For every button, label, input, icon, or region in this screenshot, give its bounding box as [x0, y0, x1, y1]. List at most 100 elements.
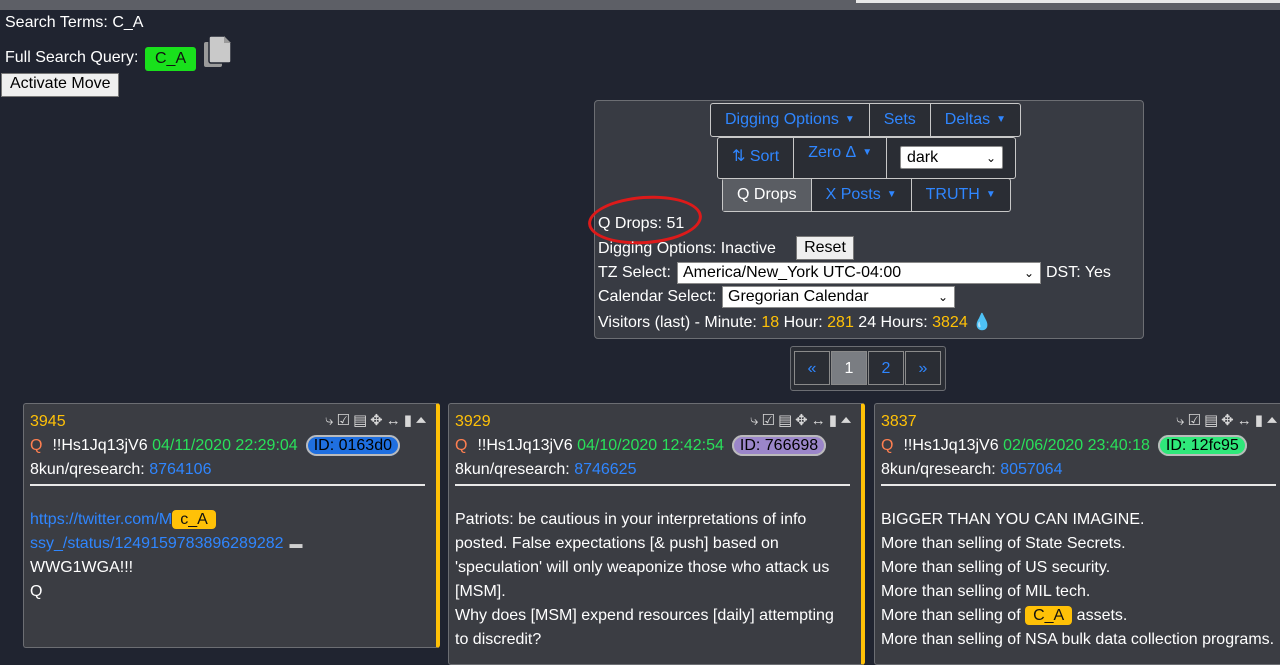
page-next[interactable]: » [905, 351, 941, 385]
x-posts-dropdown[interactable]: X Posts ▼ [812, 179, 912, 211]
document-icon[interactable]: ▤ [353, 412, 370, 429]
visitors-hour-value: 281 [827, 314, 854, 331]
visitors-24h-label: 24 Hours: [858, 314, 928, 331]
drop-number: 3945 [30, 413, 66, 430]
post-link[interactable]: 8057064 [1000, 461, 1062, 478]
truth-dropdown[interactable]: TRUTH ▼ [912, 179, 1010, 211]
digging-options-dropdown[interactable]: Digging Options ▼ [711, 104, 870, 136]
caret-down-icon: ▼ [844, 114, 855, 125]
collapse-icon[interactable]: ⏶ [415, 412, 430, 429]
clipboard-icon[interactable]: ▮ [829, 412, 840, 429]
q-drops-tab[interactable]: Q Drops [723, 179, 812, 211]
id-badge: ID: 766698 [731, 435, 827, 456]
tripcode: !!Hs1Jq13jV6 [477, 437, 573, 454]
deltas-dropdown[interactable]: Deltas ▼ [931, 104, 1020, 136]
search-terms: Search Terms: C_A [5, 14, 143, 32]
digging-options-status: Digging Options: Inactive [598, 240, 776, 257]
id-badge: ID: 0163d0 [305, 435, 400, 456]
resize-horizontal-icon[interactable]: ↔ [1237, 412, 1255, 429]
dst-text: DST: Yes [1046, 264, 1111, 281]
digging-options-label: Digging Options [725, 111, 839, 128]
post-date: 04/11/2020 22:29:04 [152, 437, 298, 454]
card-toolbar: ⤷☑▤✥↔▮⏶ [325, 411, 430, 429]
search-highlight: C_A [1025, 606, 1073, 625]
share-icon[interactable]: ⤷ [325, 412, 336, 429]
post-link[interactable]: 8764106 [149, 461, 211, 478]
page-1[interactable]: 1 [831, 351, 867, 385]
divider [30, 484, 425, 486]
full-query-label: Full Search Query: [5, 49, 139, 66]
body-line-highlight: More than selling of C_A assets. [881, 604, 1280, 628]
body-line: More than selling of MIL tech. [881, 583, 1091, 600]
sort-button[interactable]: ⇅ Sort [718, 138, 795, 178]
resize-horizontal-icon[interactable]: ↔ [811, 412, 829, 429]
visitors-line: Visitors (last) - Minute: 18 Hour: 281 2… [598, 312, 992, 332]
move-icon[interactable]: ✥ [795, 412, 811, 429]
body-line: Q [30, 583, 43, 600]
body-line: WWG1WGA!!! [30, 559, 134, 576]
card-source: 8kun/qresearch: 8764106 [30, 461, 211, 479]
post-link[interactable]: 8746625 [574, 461, 636, 478]
theme-select-value: dark [907, 149, 939, 166]
calendar-select[interactable]: Gregorian Calendar ⌄ [722, 286, 955, 308]
body-line: Why does [MSM] expend resources [daily] … [455, 607, 834, 624]
options-button-group: Digging Options ▼ Sets Deltas ▼ [710, 103, 1022, 137]
collapse-icon[interactable]: ⏶ [840, 412, 855, 429]
tripcode: !!Hs1Jq13jV6 [52, 437, 148, 454]
document-icon[interactable]: ▤ [1204, 412, 1221, 429]
visitors-hour-label: Hour: [783, 314, 823, 331]
tweet-link-line2: ssy_/status/1249159783896289282 ▬ [30, 532, 425, 556]
sort-label: Sort [749, 148, 780, 165]
calendar-label: Calendar Select: [598, 288, 717, 305]
card-source: 8kun/qresearch: 8057064 [881, 461, 1062, 479]
drop-card-3945: 3945 ⤷☑▤✥↔▮⏶ Q !!Hs1Jq13jV6 04/11/2020 22… [23, 403, 440, 648]
clipboard-icon[interactable]: ▮ [404, 412, 415, 429]
reset-button[interactable]: Reset [796, 236, 854, 260]
copy-icon[interactable] [203, 35, 233, 69]
chevron-down-icon: ⌄ [985, 151, 996, 165]
move-icon[interactable]: ✥ [370, 412, 386, 429]
address-bar-edge [856, 0, 1280, 3]
search-terms-value: C_A [112, 14, 144, 31]
board-label: 8kun/qresearch: [881, 461, 996, 478]
chevron-down-icon: ⌄ [1023, 266, 1034, 280]
page-prev[interactable]: « [794, 351, 830, 385]
archive-icon[interactable]: ▬ [290, 536, 303, 551]
drop-card-3837: 3837 ⤷☑▤✥↔▮⏶ Q !!Hs1Jq13jV6 02/06/2020 23… [874, 403, 1280, 665]
post-date: 04/10/2020 12:42:54 [577, 437, 724, 454]
chevron-down-icon: ⌄ [937, 290, 948, 304]
zero-delta-dropdown[interactable]: Zero Δ ▼ [794, 138, 888, 178]
card-meta: Q !!Hs1Jq13jV6 02/06/2020 23:40:18 ID: 12f… [881, 435, 1247, 456]
search-terms-label: Search Terms: [5, 14, 108, 31]
share-icon[interactable]: ⤷ [750, 412, 761, 429]
pagination: « 1 2 » [790, 346, 946, 391]
tz-select[interactable]: America/New_York UTC-04:00 ⌄ [677, 262, 1041, 284]
tweet-link-part1[interactable]: https://twitter.com/M [30, 511, 172, 528]
drop-card-3929: 3929 ⤷☑▤✥↔▮⏶ Q !!Hs1Jq13jV6 04/10/2020 12… [448, 403, 865, 665]
clipboard-icon[interactable]: ▮ [1255, 412, 1266, 429]
clipboard-check-icon[interactable]: ☑ [762, 412, 778, 429]
calendar-select-value: Gregorian Calendar [728, 288, 869, 305]
document-icon[interactable]: ▤ [778, 412, 795, 429]
search-highlight: c_A [172, 510, 216, 529]
share-icon[interactable]: ⤷ [1176, 412, 1187, 429]
highlight-post: assets. [1076, 607, 1128, 624]
full-query-value: C_A [145, 47, 197, 71]
activate-move-button[interactable]: Activate Move [1, 73, 120, 97]
card-body: BIGGER THAN YOU CAN IMAGINE. More than s… [881, 508, 1280, 652]
browser-top-strip [0, 0, 1280, 10]
collapse-icon[interactable]: ⏶ [1266, 412, 1280, 429]
resize-horizontal-icon[interactable]: ↔ [386, 412, 404, 429]
clipboard-check-icon[interactable]: ☑ [1188, 412, 1204, 429]
zero-delta-label: Zero Δ [808, 144, 857, 161]
body-line: More than selling of US security. [881, 559, 1111, 576]
water-drop-icon: 💧 [972, 314, 993, 331]
page-2[interactable]: 2 [868, 351, 904, 385]
x-posts-label: X Posts [825, 186, 881, 203]
theme-select[interactable]: dark ⌄ [900, 146, 1003, 169]
tweet-link-part2[interactable]: ssy_/status/1249159783896289282 [30, 535, 284, 552]
author: Q [455, 437, 468, 454]
move-icon[interactable]: ✥ [1221, 412, 1237, 429]
sets-button[interactable]: Sets [870, 104, 931, 136]
clipboard-check-icon[interactable]: ☑ [337, 412, 353, 429]
